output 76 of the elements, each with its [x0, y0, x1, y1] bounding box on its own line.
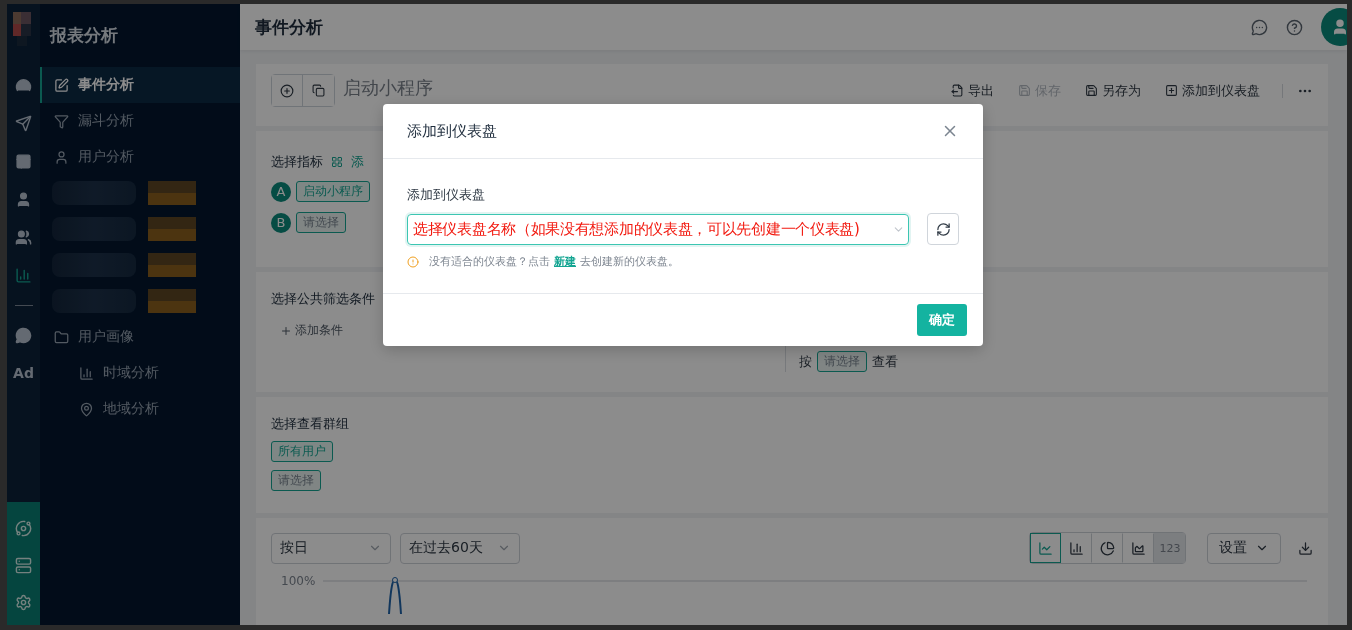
settings-icon[interactable]: [15, 594, 32, 611]
event-tag[interactable]: 启动小程序: [296, 181, 370, 202]
pie-chart-icon: [1100, 540, 1115, 556]
blurred-label: [148, 181, 196, 205]
blurred-label: [148, 217, 196, 241]
chat-bubbles-icon[interactable]: [15, 327, 32, 344]
section-title: 选择查看群组: [271, 415, 350, 433]
axis-tick-label: 100%: [280, 574, 316, 588]
add-button[interactable]: [272, 75, 303, 106]
by-label: 按: [799, 352, 812, 371]
settings-dropdown[interactable]: 设置: [1207, 532, 1281, 564]
user-icon: [1331, 18, 1347, 36]
view-label: 查看: [872, 352, 898, 371]
network-icon[interactable]: [15, 520, 32, 537]
user-icon: [54, 149, 69, 165]
paper-plane-icon[interactable]: [15, 115, 32, 132]
chart-type-button[interactable]: [1030, 533, 1061, 563]
edit-icon: [54, 77, 69, 93]
sidebar-title: 报表分析: [48, 24, 119, 47]
section-title: 选择公共筛选条件: [271, 290, 376, 308]
bar-chart-icon: [1069, 540, 1084, 556]
warning-icon: [407, 255, 419, 268]
create-link[interactable]: 新建: [554, 255, 576, 268]
area-chart-icon: [1131, 540, 1146, 556]
report-title: 启动小程序: [343, 76, 434, 98]
grid-icon: [331, 156, 343, 168]
refresh-button[interactable]: [927, 213, 959, 245]
user-icon[interactable]: [15, 191, 32, 208]
toolbar-button[interactable]: 另存为: [1085, 81, 1141, 100]
sidebar-item[interactable]: 用户画像: [40, 319, 240, 355]
metric-badge: B: [271, 212, 291, 233]
ad-label[interactable]: Ad: [13, 365, 34, 381]
metric-badge: A: [271, 181, 291, 202]
help-icon[interactable]: [1286, 18, 1303, 36]
hint-text: 没有适合的仪表盘？点击 新建 去创建新的仪表盘。: [429, 254, 679, 269]
toolbar-button[interactable]: 添加到仪表盘: [1165, 81, 1260, 100]
funnel-icon: [54, 113, 69, 129]
sidebar-item[interactable]: 地域分析: [40, 391, 240, 427]
plus-icon: [280, 324, 292, 337]
save-icon: [1085, 84, 1098, 97]
bar-chart-icon: [79, 365, 94, 381]
map-pin-icon: [79, 401, 94, 417]
blurred-label: [148, 289, 196, 313]
period-select[interactable]: 在过去60天: [400, 532, 520, 564]
field-label: 添加到仪表盘: [407, 186, 486, 204]
line-chart-icon: [1038, 540, 1053, 556]
add-metric-link[interactable]: 添: [351, 153, 364, 171]
dimension-tag[interactable]: 请选择: [817, 351, 867, 372]
save-icon: [1018, 84, 1031, 97]
section-title: 选择指标: [271, 153, 323, 171]
chat-icon[interactable]: [1251, 18, 1268, 36]
folder-icon: [54, 329, 69, 345]
period-select[interactable]: 按日: [271, 532, 391, 564]
export-icon: [951, 84, 964, 97]
server-icon[interactable]: [15, 557, 32, 574]
group-tag[interactable]: 所有用户: [271, 441, 333, 462]
sidebar-item[interactable]: 漏斗分析: [40, 103, 240, 139]
blurred-label: [148, 253, 196, 277]
sidebar-item[interactable]: 时域分析: [40, 355, 240, 391]
toolbar-button[interactable]: 导出: [951, 81, 994, 100]
bar-chart-icon[interactable]: [15, 267, 32, 284]
confirm-button[interactable]: 确定: [917, 304, 967, 336]
dialog-title: 添加到仪表盘: [407, 121, 497, 141]
add-condition-button[interactable]: 添加条件: [271, 322, 785, 339]
add-square-icon: [1165, 84, 1178, 97]
dashboard-select[interactable]: 选择仪表盘名称（如果没有想添加的仪表盘，可以先创建一个仪表盘): [407, 213, 909, 245]
sidebar-item[interactable]: 用户分析: [40, 139, 240, 175]
sidebar-item[interactable]: 事件分析: [40, 67, 240, 103]
group-tag[interactable]: 请选择: [271, 470, 321, 491]
users-icon[interactable]: [15, 229, 32, 246]
plus-circle-icon: [280, 83, 294, 98]
page-title: 事件分析: [255, 15, 324, 39]
refresh-icon: [935, 221, 951, 237]
copy-icon: [312, 84, 325, 97]
download-icon[interactable]: [1298, 540, 1313, 556]
event-tag[interactable]: 请选择: [296, 212, 346, 233]
